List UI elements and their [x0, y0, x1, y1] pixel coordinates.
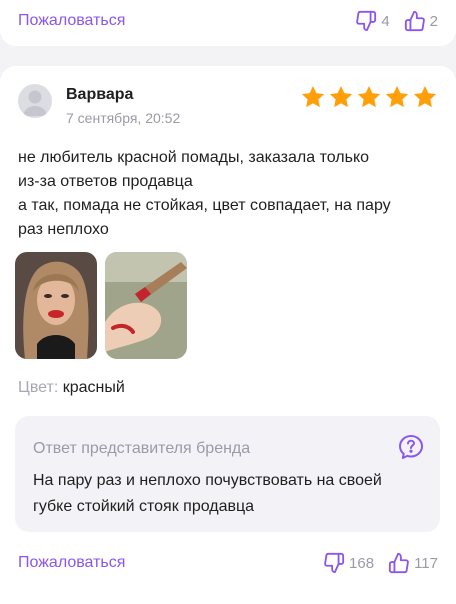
review-date: 7 сентября, 20:52: [66, 110, 181, 126]
dislike-count: 168: [349, 554, 375, 572]
complain-link[interactable]: Пожаловаться: [18, 554, 125, 572]
review-footer: Пожаловаться 168 117: [18, 552, 438, 574]
thumb-up-icon: [388, 552, 409, 574]
review-photo-selfie[interactable]: [15, 252, 97, 359]
selfie-image: [15, 252, 97, 359]
thumb-down-icon: [324, 552, 345, 574]
review-text-line: не любитель красной помады, заказала тол…: [18, 149, 370, 166]
review-photos: [15, 252, 187, 359]
star-icon: [357, 85, 381, 108]
star-icon: [385, 85, 409, 108]
vote-group: 168 117: [323, 552, 438, 574]
color-value: красный: [62, 379, 125, 396]
brand-reply-line: На пару раз и неплохо почувствовать на с…: [33, 472, 382, 489]
previous-review-card: Пожаловаться 4 2: [0, 0, 456, 46]
review-text-line: а так, помада не стойкая, цвет совпадает…: [18, 197, 391, 214]
star-icon: [301, 85, 325, 108]
brand-reply: Ответ представителя бренда На пару раз и…: [15, 416, 440, 532]
dislike-count: 4: [381, 12, 390, 30]
star-icon: [329, 85, 353, 108]
like-button[interactable]: 2: [404, 10, 438, 32]
review-author: Варвара: [66, 86, 134, 103]
swatch-image: [105, 252, 187, 359]
complain-link[interactable]: Пожаловаться: [18, 12, 125, 30]
brand-reply-text: На пару раз и неплохо почувствовать на с…: [33, 468, 382, 520]
like-button[interactable]: 117: [388, 552, 438, 574]
review-card: Варвара 7 сентября, 20:52 не любитель кр…: [0, 66, 456, 604]
rating-stars: [300, 84, 438, 110]
star-icon: [413, 85, 437, 108]
review-text-line: из-за ответов продавца: [18, 173, 193, 190]
avatar: [18, 84, 52, 118]
dislike-button[interactable]: 4: [355, 10, 390, 32]
color-attribute: Цвет: красный: [18, 379, 125, 397]
review-photo-swatch[interactable]: [105, 252, 187, 359]
review-text: не любитель красной помады, заказала тол…: [18, 146, 438, 242]
question-bubble-icon[interactable]: [398, 434, 424, 460]
brand-reply-title: Ответ представителя бренда: [33, 440, 251, 457]
like-count: 117: [414, 554, 438, 572]
like-count: 2: [429, 12, 438, 30]
user-placeholder-icon: [23, 90, 47, 116]
color-label: Цвет:: [18, 379, 59, 396]
previous-review-footer: Пожаловаться 4 2: [18, 10, 438, 32]
review-text-line: раз неплохо: [18, 221, 109, 238]
thumb-down-icon: [356, 10, 377, 32]
vote-group: 4 2: [355, 10, 438, 32]
thumb-up-icon: [404, 10, 425, 32]
brand-reply-line: губке стойкий стояк продавца: [33, 498, 255, 515]
dislike-button[interactable]: 168: [323, 552, 374, 574]
